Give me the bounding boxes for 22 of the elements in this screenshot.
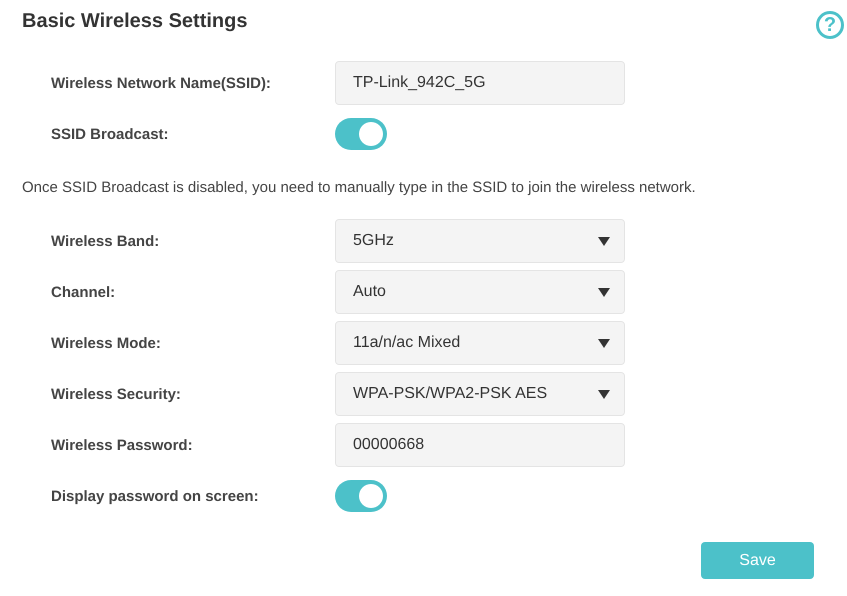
field-label: Wireless Security:	[51, 386, 182, 402]
field-label: SSID Broadcast:	[51, 126, 170, 142]
dropdown[interactable]: Auto	[335, 270, 625, 314]
page-title: Basic Wireless Settings	[22, 10, 248, 33]
caret-icon	[598, 288, 610, 296]
input-field[interactable]: 00000668	[335, 423, 625, 467]
caret-icon	[598, 390, 610, 398]
dropdown[interactable]: WPA-PSK/WPA2-PSK AES	[335, 372, 625, 416]
dropdown[interactable]: 11a/n/ac Mixed	[335, 321, 625, 365]
toggle-switch[interactable]	[335, 480, 387, 512]
caret-icon	[598, 236, 610, 246]
caret-icon	[598, 338, 610, 348]
toggle-switch[interactable]	[335, 118, 387, 150]
field-label: Wireless Network Name(SSID):	[51, 74, 272, 92]
dropdown[interactable]: 5GHz	[335, 219, 625, 263]
field-label: Display password on screen:	[51, 488, 260, 504]
field-label: Wireless Band:	[51, 232, 160, 250]
field-label: Wireless Mode:	[51, 334, 162, 352]
hint-text: Once SSID Broadcast is disabled, you need to manually type in the SSID to join the wireless network.	[22, 179, 696, 196]
field-label: Channel:	[51, 284, 116, 300]
input-field[interactable]: TP-Link_942C_5G	[335, 61, 625, 105]
field-label: Wireless Password:	[51, 436, 194, 454]
